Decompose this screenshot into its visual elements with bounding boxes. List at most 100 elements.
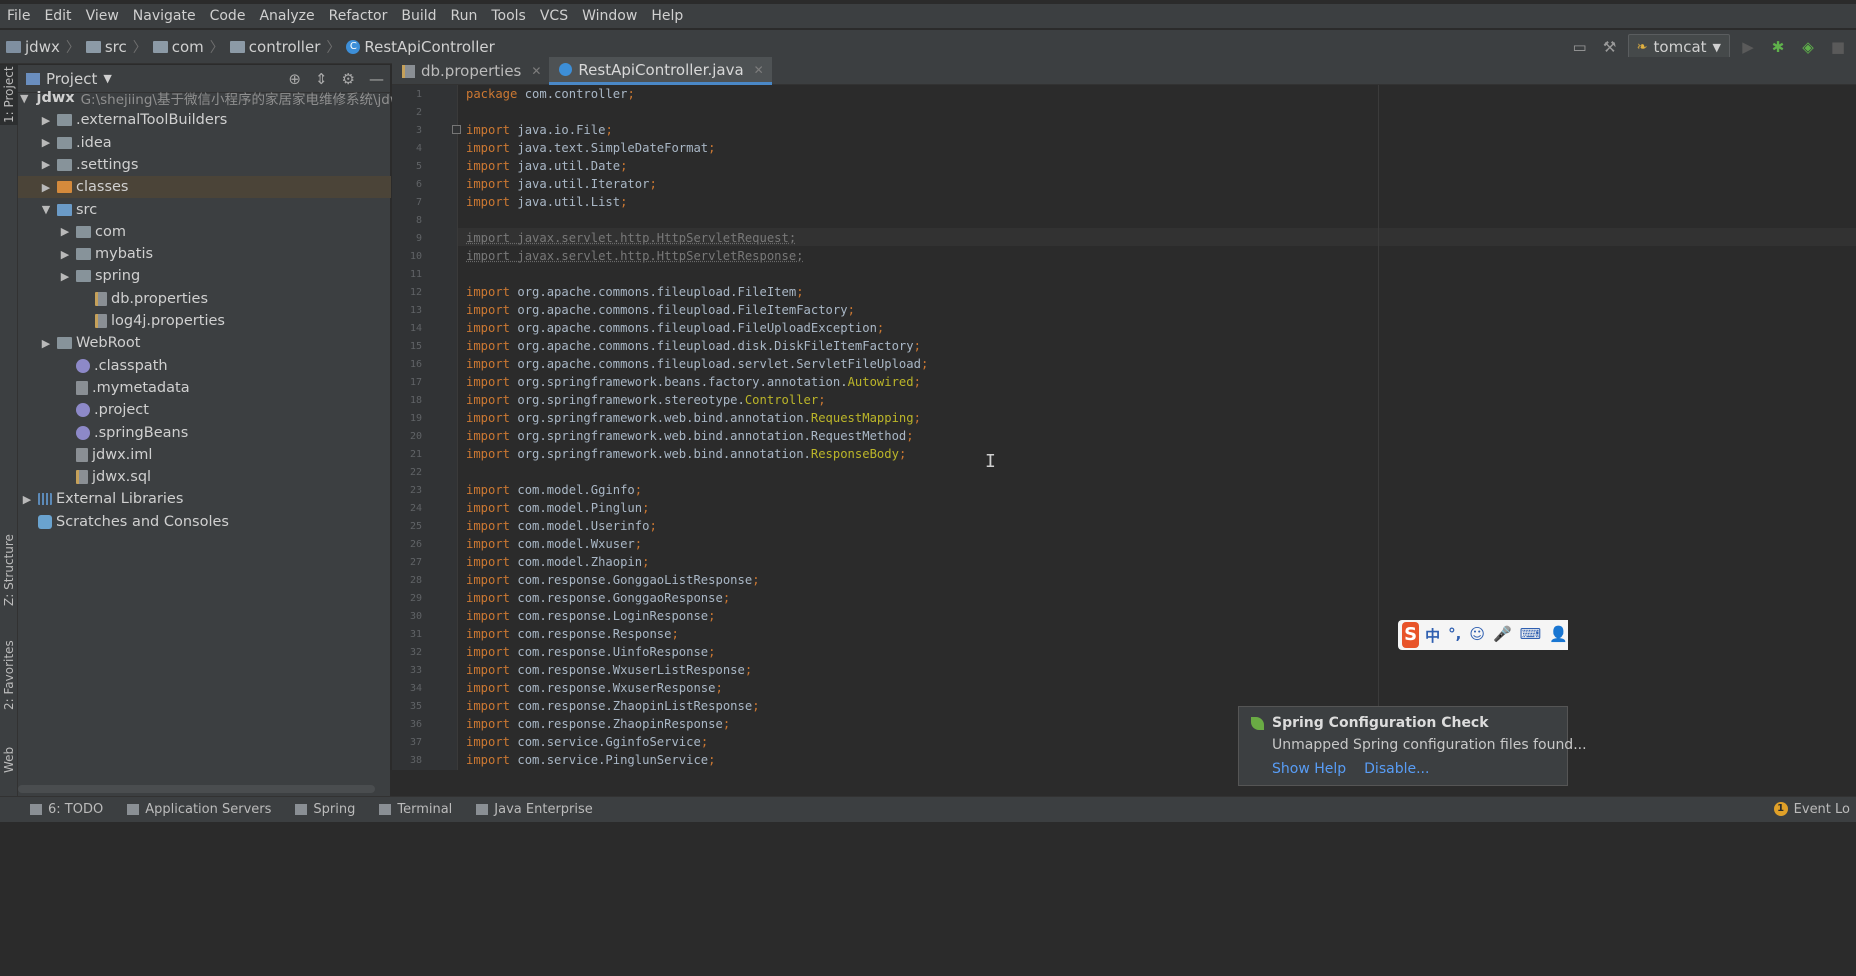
tool-tab-z-structure[interactable]: Z: Structure <box>0 525 18 615</box>
tab-restapicontroller-java[interactable]: RestApiController.java ✕ <box>549 57 772 85</box>
gear-icon[interactable]: ⚙ <box>342 70 355 88</box>
close-icon[interactable]: ✕ <box>754 63 764 77</box>
ime-button[interactable]: ⌨ <box>1520 625 1542 646</box>
stop-icon[interactable]: ■ <box>1826 35 1850 59</box>
tool-tab-favorites[interactable]: 2: Favorites <box>0 635 18 715</box>
tree-item[interactable]: db.properties <box>18 288 391 310</box>
ime-button[interactable]: °, <box>1448 625 1461 646</box>
tree-item[interactable]: ▼ jdwx G:\shejiing\基于微信小程序的家居家电维修系统\jdw <box>18 87 401 109</box>
breadcrumb-item[interactable]: com 〉 <box>147 37 224 57</box>
keyword-token: ; <box>920 357 929 371</box>
breadcrumb-item[interactable]: src 〉 <box>80 37 147 57</box>
line-number: 36 <box>409 719 422 730</box>
tree-item[interactable]: .classpath <box>18 355 391 377</box>
collapse-arrow-icon[interactable]: ▶ <box>39 181 53 194</box>
ime-button[interactable]: 👤 <box>1549 625 1568 646</box>
bottom-tab-terminal[interactable]: Terminal <box>367 802 464 817</box>
tree-item[interactable]: jdwx.iml <box>18 444 391 466</box>
collapse-arrow-icon[interactable]: ▶ <box>39 136 53 149</box>
tree-item[interactable]: jdwx.sql <box>18 466 391 488</box>
run-icon[interactable]: ▶ <box>1736 35 1760 59</box>
tree-item[interactable]: ▶ .externalToolBuilders <box>18 109 391 131</box>
menu-item-view[interactable]: View <box>79 8 126 24</box>
tree-item[interactable]: ▶ WebRoot <box>18 332 391 354</box>
breadcrumb-item[interactable]: jdwx 〉 <box>0 37 80 57</box>
ime-toolbar[interactable]: S 中 °, ☺ 🎤 ⌨ 👤 <box>1398 620 1568 650</box>
tool-tab-web[interactable]: Web <box>0 735 18 785</box>
ime-button[interactable]: 🎤 <box>1493 625 1512 646</box>
menu-item-help[interactable]: Help <box>644 8 690 24</box>
expand-arrow-icon[interactable]: ▼ <box>39 203 53 216</box>
tree-item[interactable]: log4j.properties <box>18 310 391 332</box>
code-token: com.response.GonggaoListResponse <box>517 573 753 587</box>
keyword-token: import <box>466 447 518 461</box>
menu-item-build[interactable]: Build <box>394 8 443 24</box>
code-token: java.util.Date <box>517 159 621 173</box>
web-folder-icon <box>57 337 72 350</box>
close-icon[interactable]: ✕ <box>531 64 541 78</box>
ime-button[interactable]: ☺ <box>1469 625 1485 646</box>
frame-icon[interactable]: ▭ <box>1568 35 1592 59</box>
breadcrumb-item[interactable]: C RestApiController <box>340 38 495 56</box>
ime-button[interactable]: 中 <box>1425 625 1440 646</box>
hammer-icon[interactable]: ⚒ <box>1598 35 1622 59</box>
folder-icon <box>85 40 101 53</box>
breadcrumb-item[interactable]: controller 〉 <box>224 37 340 57</box>
disable-link[interactable]: Disable... <box>1364 761 1429 777</box>
tree-item[interactable]: ▶ mybatis <box>18 243 391 265</box>
menu-item-analyze[interactable]: Analyze <box>252 8 321 24</box>
debug-icon[interactable]: ✱ <box>1766 35 1790 59</box>
menu-item-refactor[interactable]: Refactor <box>322 8 395 24</box>
code-editor[interactable]: 1 2 3 4 5 6 7 8 9 10 11 12 13 14 15 16 17 18 19 20 21 22 23 24 2… <box>392 85 1856 770</box>
menu-item-run[interactable]: Run <box>444 8 485 24</box>
collapse-arrow-icon[interactable]: ▶ <box>20 493 34 506</box>
tree-item[interactable]: ▼ src <box>18 199 391 221</box>
tree-item[interactable]: Scratches and Consoles <box>18 511 391 533</box>
bottom-tab-java-enterprise[interactable]: Java Enterprise <box>464 802 604 817</box>
collapse-arrow-icon[interactable]: ▶ <box>58 248 72 261</box>
collapse-arrow-icon[interactable]: ▶ <box>39 337 53 350</box>
menu-item-tools[interactable]: Tools <box>484 8 533 24</box>
line-number: 20 <box>409 431 422 442</box>
expand-arrow-icon[interactable]: ▼ <box>20 92 28 105</box>
tree-item[interactable]: ▶ spring <box>18 265 391 287</box>
tree-item[interactable]: .springBeans <box>18 422 391 444</box>
coverage-icon[interactable]: ◈ <box>1796 35 1820 59</box>
tree-item[interactable]: ▶ classes <box>18 176 391 199</box>
annotation-token: Controller <box>744 393 819 407</box>
tree-item[interactable]: ▶ .settings <box>18 154 391 176</box>
locate-icon[interactable]: ⊕ <box>288 70 301 88</box>
collapse-arrow-icon[interactable]: ▶ <box>58 225 72 238</box>
tool-tab-project[interactable]: 1: Project <box>0 65 18 125</box>
line-number: 33 <box>409 665 422 676</box>
project-horizontal-scrollbar[interactable] <box>18 785 375 793</box>
menu-item-code[interactable]: Code <box>203 8 253 24</box>
bottom-tab-spring[interactable]: Spring <box>283 802 367 817</box>
collapse-arrow-icon[interactable]: ▶ <box>39 114 53 127</box>
collapse-all-icon[interactable]: ⇕ <box>315 70 328 88</box>
chevron-right-icon: 〉 <box>209 39 224 56</box>
minimize-icon[interactable]: — <box>369 70 384 88</box>
menu-item-edit[interactable]: Edit <box>37 8 78 24</box>
code-line: import com.response.WxuserResponse; <box>466 681 723 695</box>
fold-marker-icon[interactable] <box>452 125 461 134</box>
tree-item[interactable]: ▶ .idea <box>18 132 391 154</box>
menu-item-navigate[interactable]: Navigate <box>126 8 203 24</box>
tree-item[interactable]: .project <box>18 399 391 421</box>
bottom-tab-todo[interactable]: 6: TODO <box>0 802 115 817</box>
tab-db-properties[interactable]: db.properties ✕ <box>392 57 549 85</box>
menu-item-window[interactable]: Window <box>575 8 644 24</box>
collapse-arrow-icon[interactable]: ▶ <box>58 270 72 283</box>
project-view-select[interactable]: Project ▼ <box>26 70 112 88</box>
tree-item[interactable]: .mymetadata <box>18 377 391 399</box>
menu-item-vcs[interactable]: VCS <box>533 8 575 24</box>
collapse-arrow-icon[interactable]: ▶ <box>39 158 53 171</box>
event-log-tab[interactable]: 1 Event Lo <box>1773 796 1856 822</box>
bottom-tab-application-servers[interactable]: Application Servers <box>115 802 283 817</box>
line-number: 9 <box>415 233 422 244</box>
tree-item[interactable]: ▶ External Libraries <box>18 488 391 510</box>
tree-item[interactable]: ▶ com <box>18 221 391 243</box>
show-help-link[interactable]: Show Help <box>1272 761 1346 777</box>
code-token: com.model.Gginfo <box>517 483 635 497</box>
menu-item-file[interactable]: File <box>0 8 37 24</box>
